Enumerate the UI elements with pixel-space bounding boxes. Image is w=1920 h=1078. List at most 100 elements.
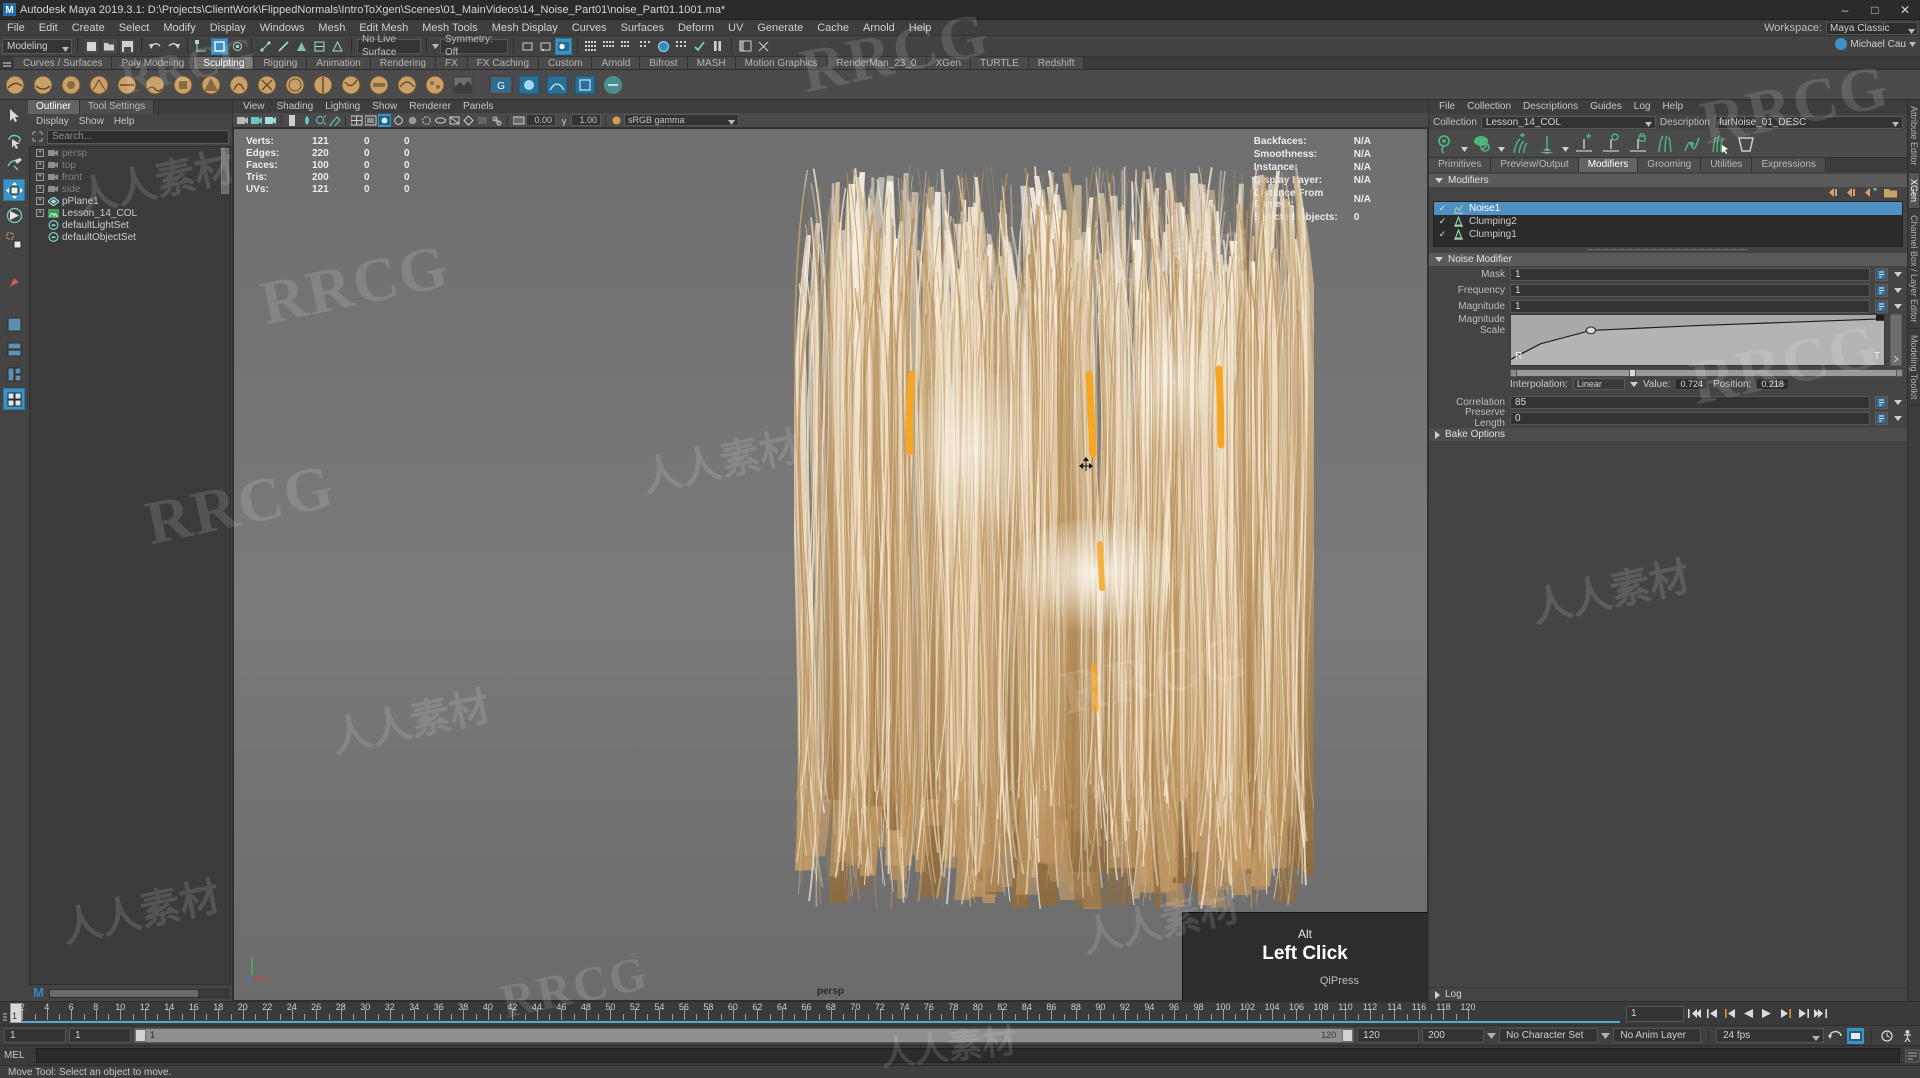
smooth-shading-icon[interactable]	[364, 114, 377, 127]
menu-create[interactable]: Create	[65, 20, 112, 36]
wireframe-shading-icon[interactable]	[350, 114, 363, 127]
modifier-list-resize-grip[interactable]	[1429, 247, 1907, 251]
chevron-down-icon[interactable]	[432, 40, 439, 52]
ramp-key-start[interactable]	[1510, 369, 1517, 377]
expand-icon[interactable]: +	[36, 149, 44, 157]
viewport-menu-lighting[interactable]: Lighting	[319, 100, 366, 113]
select-camera-icon[interactable]	[236, 114, 249, 127]
rotate-tool-button[interactable]	[3, 204, 25, 226]
live-surface-field[interactable]: No Live Surface	[357, 34, 421, 58]
outliner-search-input[interactable]: Search...	[47, 129, 229, 144]
depth-peel-icon[interactable]	[462, 114, 475, 127]
ramp-key-middle[interactable]	[1629, 369, 1636, 377]
menuset-combo[interactable]: Modeling	[2, 38, 72, 54]
menu-curves[interactable]: Curves	[565, 20, 614, 36]
sculpt-brush-icon-1[interactable]	[2, 72, 28, 98]
menu-uv[interactable]: UV	[721, 20, 750, 36]
menu-file[interactable]: File	[0, 20, 32, 36]
move-tool-button[interactable]	[3, 179, 25, 201]
add-modifier-icon[interactable]	[1865, 187, 1878, 200]
sculpt-mask-icon[interactable]	[450, 72, 476, 98]
add-description-icon[interactable]	[1507, 132, 1533, 156]
range-end-field[interactable]: 120	[1357, 1028, 1420, 1043]
outliner-menu-help[interactable]: Help	[110, 116, 139, 127]
shelf-tab-motion-graphics[interactable]: Motion Graphics	[735, 57, 828, 69]
sculpt-brush-icon-10[interactable]	[254, 72, 280, 98]
toggle-panel-icon[interactable]	[737, 38, 754, 55]
symmetry-field[interactable]: Symmetry: Off	[440, 34, 508, 58]
undo-button[interactable]	[147, 38, 164, 55]
sculpt-tool-blue-icon-2[interactable]	[544, 72, 570, 98]
move-modifier-down-icon[interactable]	[1847, 188, 1859, 200]
pause-icon[interactable]	[709, 38, 726, 55]
add-guide-plus-icon[interactable]	[1571, 132, 1597, 156]
viewport-menu-view[interactable]: View	[237, 100, 271, 113]
render-globe-icon[interactable]	[655, 38, 672, 55]
sculpt-brush-icon-11[interactable]	[282, 72, 308, 98]
check-icon[interactable]	[691, 38, 708, 55]
log-section-header[interactable]: Log	[1429, 987, 1907, 1001]
xgen-menu-log[interactable]: Log	[1628, 100, 1657, 114]
frequency-input[interactable]: 1	[1510, 283, 1870, 297]
chevron-down-icon[interactable]	[1893, 284, 1903, 297]
step-forward-key-button[interactable]	[1795, 1006, 1810, 1022]
modifier-row-clumping1[interactable]: ✓ Clumping1	[1434, 228, 1902, 241]
sculpt-brush-icon-6[interactable]	[142, 72, 168, 98]
bookmark-camera-icon[interactable]	[264, 114, 277, 127]
add-guide-icon[interactable]	[1534, 132, 1560, 156]
exposure-icon[interactable]	[512, 114, 525, 127]
multisample-icon[interactable]	[448, 114, 461, 127]
menu-select[interactable]: Select	[112, 20, 157, 36]
select-by-hierarchy-button[interactable]	[193, 38, 210, 55]
map-expression-icon[interactable]	[1875, 267, 1888, 281]
preview-visibility-icon[interactable]	[1433, 132, 1459, 156]
script-editor-icon[interactable]	[1904, 1048, 1920, 1064]
chevron-down-icon[interactable]	[1497, 132, 1506, 156]
sculpt-brush-icon-13[interactable]	[338, 72, 364, 98]
shadow-toggle-icon[interactable]	[406, 114, 419, 127]
character-tool-icon[interactable]	[1899, 1028, 1916, 1044]
chevron-down-icon[interactable]	[1893, 300, 1903, 313]
last-tool-button[interactable]	[3, 271, 25, 293]
shelf-tab-turtle[interactable]: TURTLE	[971, 57, 1029, 69]
ramp-value-input[interactable]: 0.724	[1675, 378, 1708, 390]
checkbox-checked-icon[interactable]: ✓	[1438, 203, 1447, 213]
minimize-button[interactable]: –	[1830, 0, 1860, 20]
redo-button[interactable]	[165, 38, 182, 55]
modifier-folder-icon[interactable]	[1884, 188, 1897, 201]
script-language-label[interactable]: MEL	[4, 1050, 32, 1061]
menu-generate[interactable]: Generate	[750, 20, 810, 36]
outliner-vertical-scrollbar[interactable]	[221, 148, 229, 983]
menu-cache[interactable]: Cache	[810, 20, 856, 36]
xgen-menu-file[interactable]: File	[1433, 100, 1461, 114]
viewport-menu-renderer[interactable]: Renderer	[403, 100, 457, 113]
description-combo[interactable]: furNoise_01_DESC	[1713, 115, 1903, 129]
chevron-down-icon[interactable]	[1460, 132, 1469, 156]
shelf-tab-arnold[interactable]: Arnold	[592, 57, 641, 69]
xgen-menu-help[interactable]: Help	[1656, 100, 1689, 114]
menu-deform[interactable]: Deform	[671, 20, 721, 36]
shelf-tab-bifrost[interactable]: Bifrost	[640, 57, 688, 69]
range-slider-left-handle[interactable]	[135, 1029, 146, 1042]
character-set-combo[interactable]: No Character Set	[1499, 1028, 1599, 1043]
four-pane-layout-button[interactable]	[3, 388, 25, 410]
collection-combo[interactable]: Lesson_14_COL	[1480, 115, 1656, 129]
gamma-icon[interactable]: γ	[557, 114, 570, 127]
shelf-tab-redshift[interactable]: Redshift	[1028, 57, 1085, 69]
motion-blur-icon[interactable]	[434, 114, 447, 127]
user-account-chip[interactable]: Michael Cau	[1835, 38, 1916, 50]
range-start-field[interactable]: 1	[69, 1028, 131, 1043]
modifier-row-clumping2[interactable]: ✓ Clumping2	[1434, 215, 1902, 228]
use-all-lights-icon[interactable]	[392, 114, 405, 127]
outliner-item-top[interactable]: + top	[30, 159, 230, 171]
checkbox-checked-icon[interactable]: ✓	[1438, 216, 1447, 226]
side-tab-attribute-editor[interactable]: Attribute Editor	[1909, 100, 1919, 173]
outliner-horizontal-scrollbar[interactable]	[49, 988, 229, 998]
chevron-down-icon[interactable]	[1893, 412, 1903, 425]
grab-tool-icon[interactable]: G	[488, 72, 514, 98]
tab-tool-settings[interactable]: Tool Settings	[80, 100, 155, 114]
range-slider-right-handle[interactable]	[1342, 1029, 1354, 1042]
sculpt-brush-icon-8[interactable]	[198, 72, 224, 98]
xgen-tab-expressions[interactable]: Expressions	[1752, 158, 1826, 172]
shelf-tab-xgen[interactable]: XGen	[926, 57, 972, 69]
